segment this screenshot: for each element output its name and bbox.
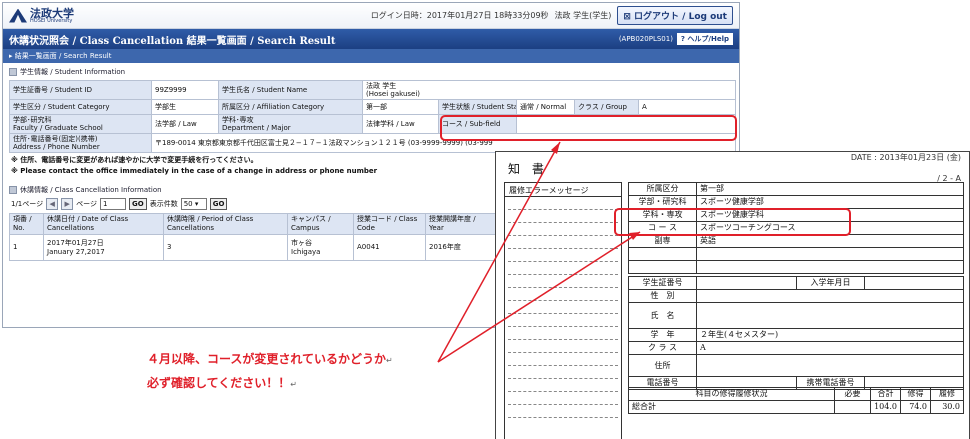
annotation-text-1: ４月以降、コースが変更されているかどうか (147, 352, 387, 366)
return-mark-icon: ↵ (290, 380, 297, 389)
arrow-line-doc (437, 231, 641, 363)
annotation-arrows (437, 141, 641, 363)
annotation-note-line2: 必ず確認してください！！↵ (147, 374, 297, 391)
return-mark-icon: ↵ (386, 356, 393, 365)
annotation-note-line1: ４月以降、コースが変更されているかどうか↵ (147, 350, 393, 367)
arrow-line-portal (437, 141, 561, 363)
arrow-head-portal (551, 142, 560, 154)
annotation-text-2: 必ず確認してください！！ (147, 376, 291, 390)
